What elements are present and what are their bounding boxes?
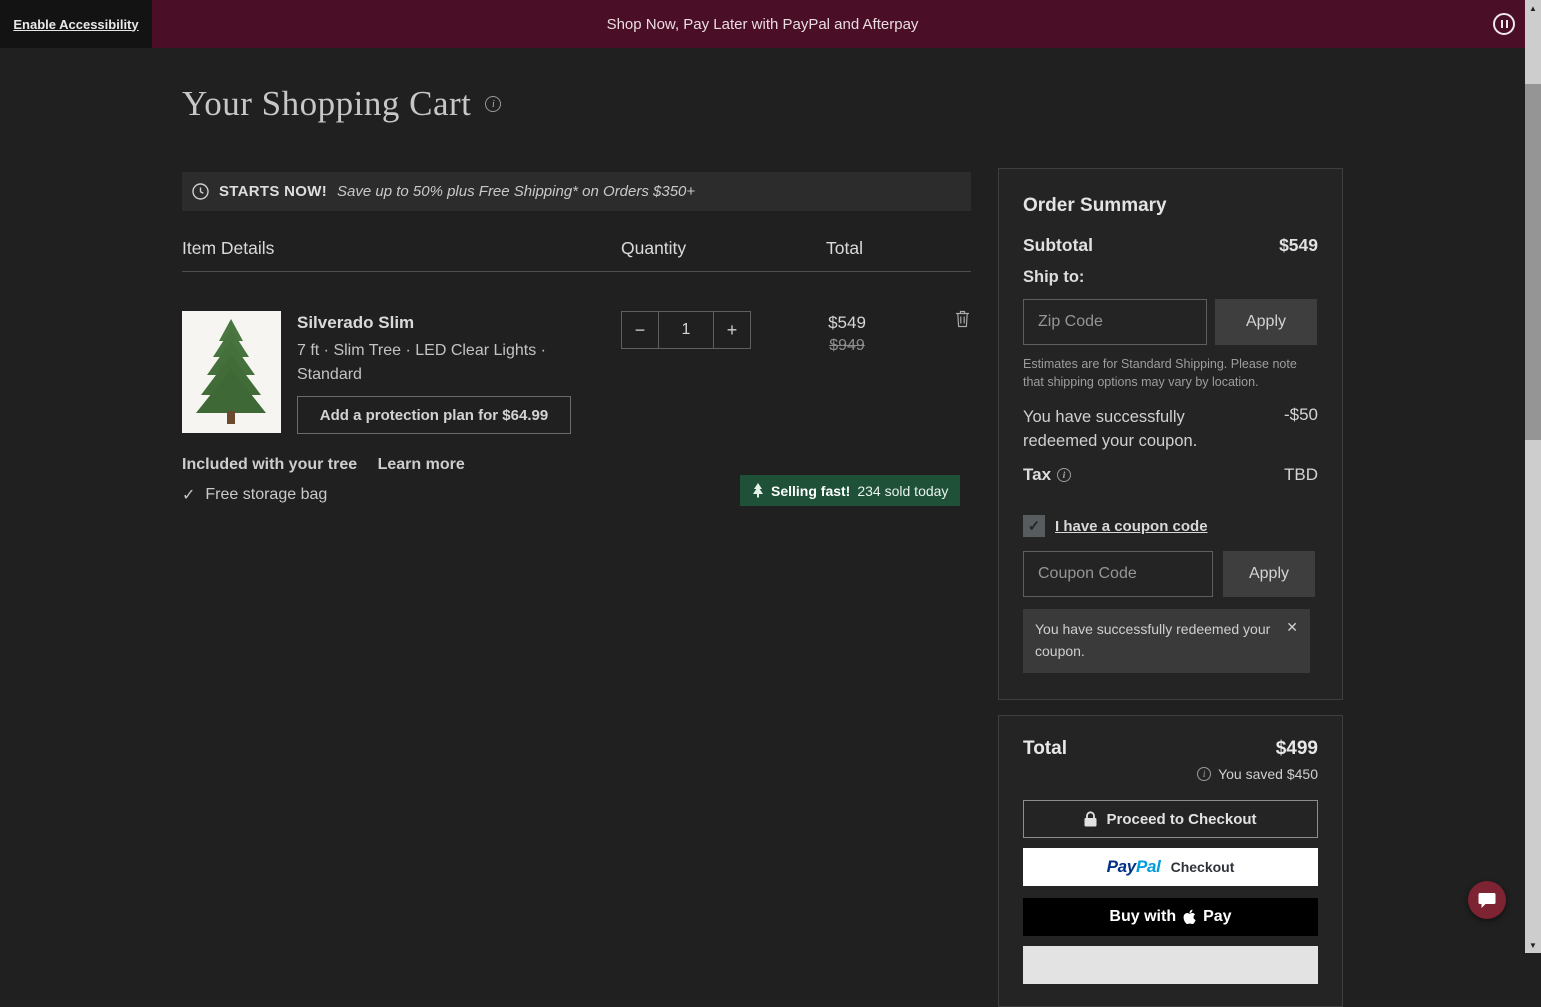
tax-row: Tax i TBD bbox=[1023, 465, 1318, 485]
you-saved-label: You saved $450 bbox=[1218, 766, 1318, 782]
included-item-label: Free storage bag bbox=[205, 486, 328, 503]
order-summary-title: Order Summary bbox=[1023, 195, 1167, 216]
coupon-checkbox[interactable]: ✓ bbox=[1023, 515, 1045, 538]
accessibility-block: Enable Accessibility bbox=[0, 0, 152, 48]
scrollbar-thumb[interactable] bbox=[1525, 84, 1541, 440]
coupon-code-input[interactable] bbox=[1023, 551, 1213, 598]
included-row: Included with your tree Learn more bbox=[182, 456, 465, 474]
coupon-apply-button[interactable]: Apply bbox=[1223, 551, 1315, 598]
selling-fast-label: Selling fast! bbox=[771, 482, 851, 499]
chat-widget-button[interactable] bbox=[1468, 881, 1506, 919]
subtotal-row: Subtotal $549 bbox=[1023, 235, 1318, 256]
paypal-logo-pay: Pay bbox=[1106, 857, 1137, 876]
add-protection-plan-button[interactable]: Add a protection plan for $64.99 bbox=[297, 396, 571, 434]
quantity-decrease-button[interactable]: − bbox=[621, 311, 659, 349]
total-row: Total $499 bbox=[1023, 738, 1318, 760]
trash-icon bbox=[955, 310, 969, 328]
apple-pay-label: Pay bbox=[1203, 908, 1232, 925]
remove-item-button[interactable] bbox=[953, 310, 971, 330]
page-title-row: Your Shopping Cart i bbox=[182, 84, 502, 124]
item-info: Silverado Slim 7 ft · Slim Tree · LED Cl… bbox=[297, 313, 549, 387]
paypal-logo-pal: Pal bbox=[1135, 857, 1161, 876]
clock-icon bbox=[192, 183, 209, 200]
close-icon[interactable]: ✕ bbox=[1286, 619, 1298, 662]
zip-code-input[interactable] bbox=[1023, 299, 1207, 345]
zip-apply-button[interactable]: Apply bbox=[1215, 299, 1317, 345]
subtotal-value: $549 bbox=[1279, 235, 1318, 255]
paypal-logo: PayPal bbox=[1107, 857, 1161, 877]
lock-icon bbox=[1084, 811, 1097, 827]
included-label: Included with your tree bbox=[182, 456, 358, 473]
promo-lead: STARTS NOW! bbox=[219, 183, 328, 200]
tax-value: TBD bbox=[1284, 465, 1318, 485]
cart-table-header: Item Details Quantity Total bbox=[182, 230, 971, 272]
scroll-up-arrow[interactable]: ▲ bbox=[1525, 0, 1541, 16]
selling-fast-badge: Selling fast! 234 sold today bbox=[740, 475, 961, 506]
page-title: Your Shopping Cart bbox=[182, 84, 472, 123]
pause-animation-button[interactable] bbox=[1493, 13, 1515, 35]
apple-logo-icon bbox=[1183, 909, 1196, 925]
you-saved-row: i You saved $450 bbox=[1023, 766, 1318, 782]
quantity-input[interactable] bbox=[658, 311, 714, 349]
coupon-discount-value: -$50 bbox=[1283, 405, 1318, 425]
learn-more-link[interactable]: Learn more bbox=[378, 456, 465, 473]
tax-info-icon[interactable]: i bbox=[1057, 468, 1072, 483]
item-details-header: Item Details bbox=[182, 238, 275, 258]
banner-message: Shop Now, Pay Later with PayPal and Afte… bbox=[606, 15, 919, 33]
sold-today-label: 234 sold today bbox=[857, 482, 949, 499]
coupon-redeemed-text: You have successfully redeemed your coup… bbox=[1023, 408, 1198, 451]
proceed-to-checkout-button[interactable]: Proceed to Checkout bbox=[1023, 800, 1318, 838]
paypal-checkout-button[interactable]: PayPal Checkout bbox=[1023, 848, 1318, 886]
total-header: Total bbox=[826, 238, 863, 258]
quantity-stepper: − + bbox=[621, 311, 751, 349]
line-total: $549 $949 bbox=[815, 313, 879, 355]
order-summary-panel: Order Summary Subtotal $549 Ship to: App… bbox=[998, 168, 1343, 700]
original-price: $949 bbox=[829, 337, 865, 354]
coupon-success-message: You have successfully redeemed your coup… bbox=[1035, 621, 1271, 659]
checkout-label: Proceed to Checkout bbox=[1106, 810, 1257, 828]
enable-accessibility-link[interactable]: Enable Accessibility bbox=[13, 17, 138, 32]
subtotal-label: Subtotal bbox=[1023, 235, 1093, 255]
pause-icon bbox=[1505, 20, 1508, 28]
scroll-down-arrow[interactable]: ▼ bbox=[1525, 937, 1541, 953]
cart-table: Item Details Quantity Total Silverado Sl… bbox=[182, 230, 971, 770]
cart-info-icon[interactable]: i bbox=[485, 96, 502, 112]
shipping-note: Estimates are for Standard Shipping. Ple… bbox=[1023, 357, 1297, 390]
product-name-link[interactable]: Silverado Slim bbox=[297, 313, 549, 333]
buy-with-label: Buy with bbox=[1109, 908, 1177, 925]
product-specs: 7 ft · Slim Tree · LED Clear Lights · St… bbox=[297, 342, 546, 383]
check-icon: ✓ bbox=[182, 487, 196, 504]
promo-banner: STARTS NOW! Save up to 50% plus Free Shi… bbox=[182, 172, 971, 211]
savings-info-icon[interactable]: i bbox=[1197, 767, 1212, 781]
total-value: $499 bbox=[1275, 738, 1318, 759]
chat-icon bbox=[1478, 892, 1496, 908]
zip-row: Apply bbox=[1023, 299, 1318, 345]
quantity-header: Quantity bbox=[621, 238, 687, 258]
apple-pay-button[interactable]: Buy with Pay bbox=[1023, 898, 1318, 936]
coupon-success-toast: You have successfully redeemed your coup… bbox=[1023, 609, 1310, 673]
page-scrollbar[interactable]: ▲ ▼ bbox=[1525, 0, 1541, 953]
pause-icon bbox=[1500, 20, 1503, 28]
included-item-row: ✓ Free storage bag bbox=[182, 485, 327, 505]
partial-payment-button[interactable] bbox=[1023, 946, 1318, 984]
tax-label: Tax bbox=[1023, 465, 1052, 485]
ship-to-label: Ship to: bbox=[1023, 268, 1085, 286]
total-label: Total bbox=[1023, 738, 1067, 759]
christmas-tree-image bbox=[182, 311, 281, 433]
coupon-checkbox-label[interactable]: I have a coupon code bbox=[1055, 518, 1208, 535]
totals-panel: Total $499 i You saved $450 Proceed to C… bbox=[998, 715, 1343, 1007]
paypal-checkout-label: Checkout bbox=[1170, 859, 1235, 875]
product-image[interactable] bbox=[182, 311, 281, 433]
coupon-row: Apply bbox=[1023, 551, 1318, 598]
top-banner: Shop Now, Pay Later with PayPal and Afte… bbox=[0, 0, 1525, 48]
pine-tree-icon bbox=[753, 483, 763, 498]
promo-detail: Save up to 50% plus Free Shipping* on Or… bbox=[337, 183, 696, 200]
coupon-checkbox-row: ✓ I have a coupon code bbox=[1023, 515, 1318, 538]
current-price: $549 bbox=[828, 313, 866, 332]
quantity-increase-button[interactable]: + bbox=[713, 311, 751, 349]
coupon-discount-row: You have successfully redeemed your coup… bbox=[1023, 405, 1318, 453]
